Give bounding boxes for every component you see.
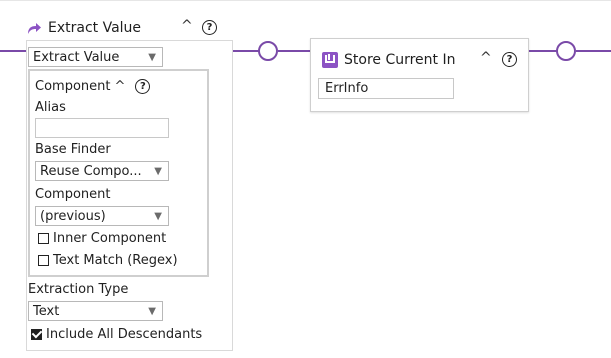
component-collapse-icon[interactable]: ^ — [114, 80, 125, 93]
alias-label: Alias — [35, 100, 66, 115]
component-header: Component ^ ? — [35, 79, 151, 94]
component-help-icon[interactable]: ? — [135, 79, 151, 94]
extraction-type-label: Extraction Type — [28, 282, 129, 297]
connector-left — [0, 50, 28, 52]
component-select-value: (previous) — [40, 208, 106, 224]
connector-node-2[interactable] — [556, 41, 576, 61]
store-current-in-title: Store Current In — [344, 52, 456, 68]
store-help-icon[interactable]: ? — [502, 52, 517, 67]
store-current-in-card — [310, 38, 529, 112]
top-divider — [0, 0, 611, 1]
connector-mid-a — [233, 50, 259, 52]
connector-node-1[interactable] — [258, 41, 278, 61]
include-all-descendants-row[interactable]: Include All Descendants — [31, 327, 202, 342]
extract-help-icon[interactable]: ? — [202, 20, 217, 35]
inner-component-checkbox-row[interactable]: Inner Component — [38, 231, 166, 246]
extract-collapse-icon[interactable]: ^ — [181, 19, 193, 33]
curved-arrow-icon — [26, 21, 42, 35]
extract-value-title: Extract Value — [48, 20, 142, 36]
connector-mid-b — [278, 50, 310, 52]
triangle-down-icon: ▼ — [154, 210, 162, 222]
include-all-descendants-label: Include All Descendants — [46, 327, 203, 342]
connector-right-a — [529, 50, 557, 52]
extract-action-select-value: Extract Value — [33, 49, 120, 65]
base-finder-select-value: Reuse Compo... — [40, 163, 142, 179]
extract-action-select[interactable]: Extract Value ▼ — [28, 47, 163, 67]
base-finder-label: Base Finder — [35, 142, 111, 157]
triangle-down-icon: ▼ — [154, 165, 162, 177]
triangle-down-icon: ▼ — [148, 51, 156, 63]
store-current-in-header: Store Current In — [322, 52, 456, 68]
store-current-in-input[interactable]: ErrInfo — [318, 78, 454, 99]
alias-input[interactable] — [35, 118, 169, 138]
include-all-descendants-checkbox[interactable] — [31, 329, 42, 340]
text-match-label: Text Match (Regex) — [53, 253, 178, 268]
extraction-type-select[interactable]: Text ▼ — [28, 301, 163, 321]
component-title: Component — [35, 79, 111, 94]
text-match-checkbox-row[interactable]: Text Match (Regex) — [38, 253, 178, 268]
store-collapse-icon[interactable]: ^ — [480, 51, 492, 65]
connector-right-b — [576, 50, 611, 52]
triangle-down-icon: ▼ — [148, 305, 156, 317]
inner-component-label: Inner Component — [53, 231, 167, 246]
component-select[interactable]: (previous) ▼ — [35, 206, 169, 226]
base-finder-select[interactable]: Reuse Compo... ▼ — [35, 161, 169, 181]
extract-value-header: Extract Value — [26, 20, 141, 36]
text-match-checkbox[interactable] — [38, 255, 49, 266]
inner-component-checkbox[interactable] — [38, 233, 49, 244]
store-current-in-value: ErrInfo — [325, 81, 369, 96]
extraction-type-select-value: Text — [33, 303, 60, 319]
component-label: Component — [35, 187, 111, 202]
download-tray-icon — [322, 52, 338, 68]
